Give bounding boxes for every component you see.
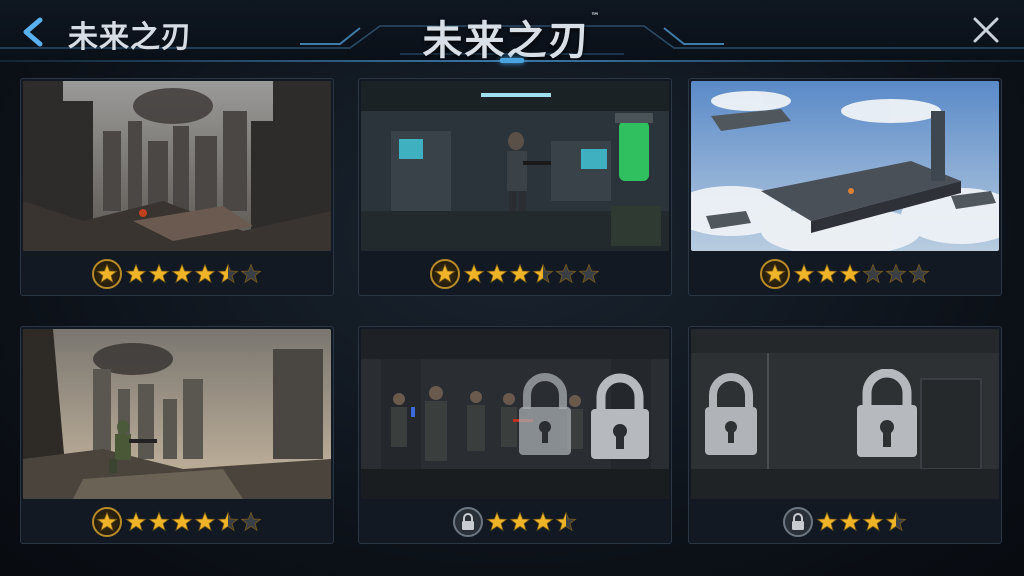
level-card-6[interactable]: [688, 326, 1002, 544]
lock-badge-icon: [453, 507, 483, 537]
top-bar: 未来之刃 未来之刃™: [0, 0, 1024, 64]
star-full-icon: [148, 263, 170, 284]
level-thumbnail: [361, 329, 669, 499]
level-rating: [21, 259, 333, 289]
level-rating: [359, 259, 671, 289]
star-full-icon: [194, 263, 216, 284]
level-card-1[interactable]: [20, 78, 334, 296]
badge-star-icon: [96, 511, 118, 532]
level-card-4[interactable]: [20, 326, 334, 544]
star-full-icon: [171, 263, 193, 284]
star-half-icon: [532, 263, 554, 284]
level-rating: [21, 507, 333, 537]
star-full-icon: [816, 511, 838, 532]
badge-star-icon: [764, 263, 786, 284]
ruined-city-soldier-scene: [23, 329, 331, 499]
padlock-icon: [857, 369, 917, 457]
star-half-icon: [885, 511, 907, 532]
star-badge-icon: [92, 259, 122, 289]
star-full-icon: [486, 263, 508, 284]
close-icon: [973, 17, 999, 43]
star-full-icon: [486, 511, 508, 532]
star-full-icon: [125, 263, 147, 284]
star-half-icon: [555, 511, 577, 532]
header-indicator: [500, 58, 524, 63]
level-thumbnail: [361, 81, 669, 251]
level-card-3[interactable]: [688, 78, 1002, 296]
laboratory-scene: [361, 81, 669, 251]
badge-star-icon: [434, 263, 456, 284]
star-full-icon: [532, 511, 554, 532]
star-full-icon: [194, 511, 216, 532]
star-empty-icon: [908, 263, 930, 284]
level-rating: [689, 259, 1001, 289]
star-full-icon: [793, 263, 815, 284]
star-badge-icon: [92, 507, 122, 537]
close-button[interactable]: [966, 10, 1006, 50]
padlock-icon: [591, 373, 649, 459]
level-card-5[interactable]: [358, 326, 672, 544]
star-full-icon: [509, 511, 531, 532]
level-card-2[interactable]: [358, 78, 672, 296]
level-thumbnail: [23, 81, 331, 251]
ruined-city-scene: [23, 81, 331, 251]
level-rating: [359, 507, 671, 537]
level-thumbnail: [691, 81, 999, 251]
badge-star-icon: [96, 263, 118, 284]
star-full-icon: [862, 511, 884, 532]
star-full-icon: [125, 511, 147, 532]
star-empty-icon: [578, 263, 600, 284]
sky-platform-scene: [691, 81, 999, 251]
star-empty-icon: [862, 263, 884, 284]
star-empty-icon: [240, 263, 262, 284]
padlock-icon: [705, 373, 757, 455]
star-empty-icon: [555, 263, 577, 284]
star-full-icon: [463, 263, 485, 284]
star-full-icon: [816, 263, 838, 284]
star-full-icon: [839, 511, 861, 532]
level-rating: [689, 507, 1001, 537]
star-badge-icon: [430, 259, 460, 289]
star-half-icon: [217, 263, 239, 284]
trademark-mark: ™: [590, 12, 602, 22]
lock-badge-icon: [783, 507, 813, 537]
level-thumbnail: [691, 329, 999, 499]
star-full-icon: [839, 263, 861, 284]
star-badge-icon: [760, 259, 790, 289]
star-full-icon: [148, 511, 170, 532]
star-full-icon: [509, 263, 531, 284]
star-empty-icon: [885, 263, 907, 284]
star-half-icon: [217, 511, 239, 532]
padlock-icon: [519, 373, 571, 455]
star-full-icon: [171, 511, 193, 532]
level-thumbnail: [23, 329, 331, 499]
star-empty-icon: [240, 511, 262, 532]
